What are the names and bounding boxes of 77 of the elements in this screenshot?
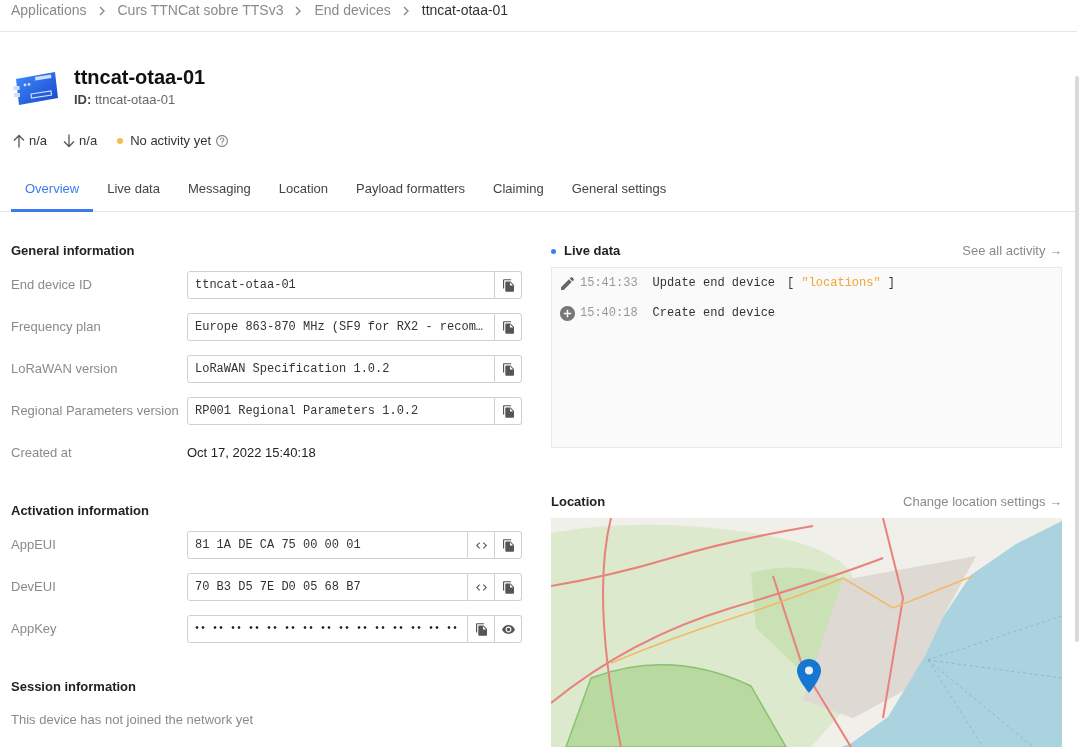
pencil-icon [561,276,574,290]
input-field[interactable]: 70 B3 D5 7E D0 05 68 B7 [187,573,468,601]
input-field[interactable]: LoRaWAN Specification 1.0.2 [187,355,495,383]
input-field[interactable]: ttncat-otaa-01 [187,271,495,299]
format-toggle-button[interactable] [468,573,495,601]
section-title: General information [11,242,136,260]
chevron-right-icon [402,5,409,16]
input-field[interactable]: Europe 863-870 MHz (SF9 for RX2 - recom… [187,313,495,341]
field-label: Frequency plan [11,319,102,335]
panel-title: Live data [564,242,621,260]
copy-icon [502,278,514,292]
panel-title: Location [551,493,606,511]
section-title: Session information [11,678,137,696]
section-title: Activation information [11,502,150,520]
tab[interactable]: Location [264,175,342,212]
copy-icon [502,538,514,552]
breadcrumb-item[interactable]: ttncat-otaa-01 [421,2,509,19]
event-message: Update end device [652,276,776,290]
live-dot-icon [551,248,556,254]
copy-icon [475,622,487,636]
copy-icon [502,320,514,334]
device-board-icon [13,70,59,106]
activity-status: No activity yet [130,133,212,149]
copy-button[interactable] [495,397,522,425]
event-time: 15:40:18 [580,306,638,320]
breadcrumb-item[interactable]: End devices [314,2,391,19]
event-time: 15:41:33 [580,276,638,290]
device-id: ID: ttncat-otaa-01 [74,92,177,108]
copy-button[interactable] [468,615,495,643]
see-all-activity-link[interactable]: See all activity → [962,242,1062,260]
input-field[interactable]: 81 1A DE CA 75 00 00 01 [187,531,468,559]
device-title: ttncat-otaa-01 [74,65,206,89]
field-label: Regional Parameters version [11,403,180,419]
copy-icon [502,362,514,376]
field-label: LoRaWAN version [11,361,119,377]
copy-button[interactable] [495,313,522,341]
chevron-right-icon [98,5,105,16]
code-icon [475,583,487,591]
breadcrumb-item[interactable]: Curs TTNCat sobre TTSv3 [117,2,284,19]
help-icon [216,135,229,147]
field-label: Created at [11,445,73,461]
tab[interactable]: Payload formatters [342,175,480,212]
map-pin-icon [797,659,821,693]
downlink-count: n/a [79,133,98,149]
uplink-count: n/a [29,133,48,149]
field-label: AppEUI [11,537,57,553]
status-dot-icon [117,138,124,144]
copy-icon [502,404,514,418]
field-label: DevEUI [11,579,57,595]
input-field[interactable]: RP001 Regional Parameters 1.0.2 [187,397,495,425]
tab[interactable]: Overview [11,175,94,212]
input-field[interactable]: •• •• •• •• •• •• •• •• •• •• •• •• •• •• •• [187,615,468,643]
code-icon [475,541,487,549]
change-location-link[interactable]: Change location settings → [903,493,1062,511]
info-text: This device has not joined the network yet [11,711,255,729]
eye-icon [501,624,515,634]
tab[interactable]: Claiming [479,175,558,212]
copy-icon [502,580,514,594]
copy-button[interactable] [495,355,522,383]
event-message: Create end device [652,306,776,320]
arrow-up-icon [13,134,25,148]
tab[interactable]: Live data [93,175,174,212]
breadcrumb-item[interactable]: Applications [11,2,87,19]
scrollbar-thumb[interactable] [1075,76,1079,642]
copy-button[interactable] [495,573,522,601]
tab[interactable]: Messaging [173,175,265,212]
tab[interactable]: General settings [557,175,681,212]
arrow-down-icon [63,134,76,148]
copy-button[interactable] [495,271,522,299]
field-label: End device ID [11,277,93,293]
chevron-right-icon [295,5,302,16]
event-detail: [ "locations" ] [787,276,896,290]
copy-button[interactable] [495,531,522,559]
show-button[interactable] [495,615,522,643]
field-value: Oct 17, 2022 15:40:18 [187,445,317,461]
format-toggle-button[interactable] [468,531,495,559]
field-label: AppKey [11,621,58,637]
